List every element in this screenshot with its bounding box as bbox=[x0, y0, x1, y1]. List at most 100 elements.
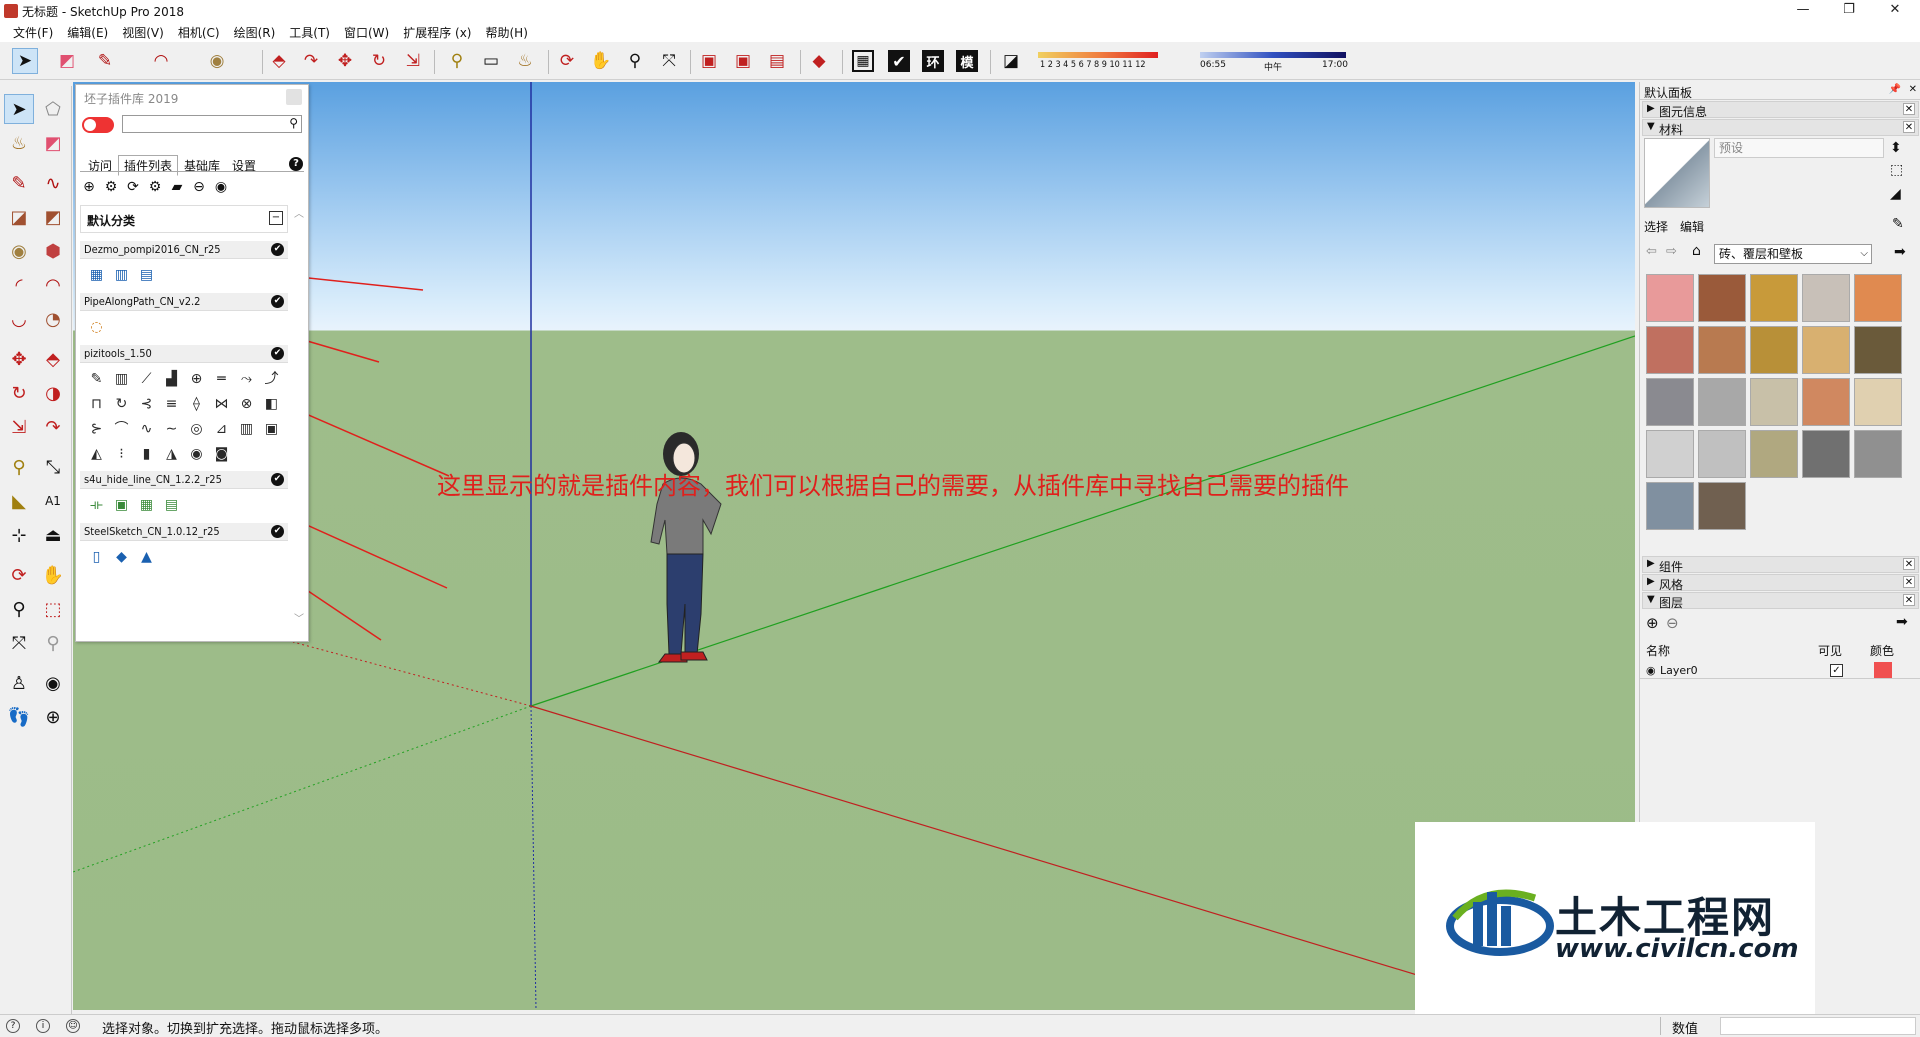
material-swatch[interactable] bbox=[1750, 326, 1798, 374]
circle-icon[interactable]: ◉ bbox=[4, 236, 34, 266]
plugin-tool-icon[interactable]: ▥ bbox=[109, 263, 134, 288]
plugin-tool-icon[interactable]: ⟋ bbox=[134, 367, 159, 392]
plugin-tool-icon[interactable]: ∿ bbox=[134, 417, 159, 442]
checkmark-icon[interactable]: ✔ bbox=[271, 525, 284, 538]
plugin-group-header[interactable]: PipeAlongPath_CN_v2.2 ✔ bbox=[80, 293, 288, 311]
material-swatch[interactable] bbox=[1750, 274, 1798, 322]
section-styles[interactable]: ▶ 风格 ✕ bbox=[1642, 574, 1919, 592]
plugin-tool-icon[interactable]: ⊕ bbox=[184, 367, 209, 392]
section-layers[interactable]: ▼ 图层 ✕ bbox=[1642, 592, 1919, 610]
material-swatch[interactable] bbox=[1802, 378, 1850, 426]
material-swatch[interactable] bbox=[1750, 378, 1798, 426]
menu-help[interactable]: 帮助(H) bbox=[478, 22, 534, 42]
layer-details-icon[interactable]: ➡ bbox=[1896, 614, 1908, 630]
add-layer-icon[interactable]: ⊕ bbox=[1646, 614, 1659, 632]
gear-icon[interactable]: ⚙ bbox=[102, 178, 120, 196]
georeference-icon[interactable]: ? bbox=[6, 1019, 20, 1033]
plugin-tool-icon[interactable]: ✎ bbox=[84, 367, 109, 392]
plugin-tool-icon[interactable]: ◌ bbox=[84, 315, 109, 340]
tab-plugin-list[interactable]: 插件列表 bbox=[118, 155, 179, 176]
plugin-tool-icon[interactable]: ◭ bbox=[84, 442, 109, 467]
plugin-tool-icon[interactable]: ∼ bbox=[159, 417, 184, 442]
menu-extensions[interactable]: 扩展程序 (x) bbox=[396, 22, 478, 42]
select-icon[interactable]: ➤ bbox=[4, 94, 34, 124]
maximize-button[interactable]: ❐ bbox=[1826, 0, 1872, 22]
orbit-icon[interactable]: ⟳ bbox=[554, 48, 580, 74]
category-header[interactable]: 默认分类 − bbox=[80, 205, 288, 233]
model-button[interactable]: 模 bbox=[956, 50, 978, 72]
section-close-icon[interactable]: ✕ bbox=[1903, 121, 1915, 133]
close-button[interactable]: ✕ bbox=[1872, 0, 1918, 22]
plugin-group-header[interactable]: Dezmo_pompi2016_CN_r25 ✔ bbox=[80, 241, 288, 259]
checkmark-icon[interactable]: ✔ bbox=[271, 347, 284, 360]
material-swatch[interactable] bbox=[1646, 326, 1694, 374]
plugin-tool-icon[interactable]: ↻ bbox=[109, 392, 134, 417]
offset-tool-icon[interactable]: ↷ bbox=[38, 412, 68, 442]
remove-layer-icon[interactable]: ⊖ bbox=[1666, 614, 1679, 632]
protractor-icon[interactable]: ◣ bbox=[4, 486, 34, 516]
plugin-tool-icon[interactable]: ▣ bbox=[259, 417, 284, 442]
time-slider[interactable] bbox=[1200, 52, 1346, 58]
rotated-rectangle-icon[interactable]: ◩ bbox=[38, 202, 68, 232]
plugin-tool-icon[interactable]: ⁝ bbox=[109, 442, 134, 467]
material-swatch[interactable] bbox=[1854, 274, 1902, 322]
rotate-icon[interactable]: ↻ bbox=[366, 48, 392, 74]
plugin-toggle-switch[interactable] bbox=[82, 117, 114, 133]
menu-tools[interactable]: 工具(T) bbox=[282, 22, 337, 42]
details-arrow-icon[interactable]: ➡ bbox=[1894, 244, 1906, 260]
plugin-tool-icon[interactable]: ▤ bbox=[134, 263, 159, 288]
plugin-tool-icon[interactable]: ═ bbox=[209, 367, 234, 392]
plugin-tool-icon[interactable]: ⟛ bbox=[84, 493, 109, 518]
components-icon[interactable]: ▣ bbox=[730, 48, 756, 74]
shadow-toggle-icon[interactable]: ◪ bbox=[998, 48, 1024, 74]
eraser-icon[interactable]: ◩ bbox=[38, 128, 68, 158]
ring-button[interactable]: 环 bbox=[922, 50, 944, 72]
material-collection-select[interactable]: 砖、覆层和壁板 ⌵ bbox=[1714, 244, 1872, 264]
plugin-tool-icon[interactable]: ⊗ bbox=[234, 392, 259, 417]
dimension-icon[interactable]: ⤡ bbox=[38, 452, 68, 482]
eraser-tool-icon[interactable]: ◩ bbox=[54, 48, 80, 74]
menu-view[interactable]: 视图(V) bbox=[115, 22, 171, 42]
material-swatch[interactable] bbox=[1854, 430, 1902, 478]
menu-file[interactable]: 文件(F) bbox=[6, 22, 60, 42]
plugin-tool-icon[interactable]: ◆ bbox=[109, 545, 134, 570]
material-swatch[interactable] bbox=[1802, 326, 1850, 374]
menu-camera[interactable]: 相机(C) bbox=[171, 22, 227, 42]
plugin-tool-icon[interactable]: ⊰ bbox=[134, 392, 159, 417]
plugin-scrollbar[interactable]: ︿ ﹀ bbox=[292, 205, 306, 635]
plugin-tool-icon[interactable]: ⤴ bbox=[259, 367, 284, 392]
material-swatch[interactable] bbox=[1854, 326, 1902, 374]
plugin-tool-icon[interactable]: ▲ bbox=[134, 545, 159, 570]
position-camera-icon[interactable]: ♙ bbox=[4, 668, 34, 698]
look-around-icon[interactable]: ◉ bbox=[38, 668, 68, 698]
section-close-icon[interactable]: ✕ bbox=[1903, 576, 1915, 588]
plugin-tool-icon[interactable]: ≡ bbox=[159, 392, 184, 417]
plugin-tool-icon[interactable]: ◉ bbox=[184, 442, 209, 467]
arc-icon[interactable]: ◜ bbox=[4, 270, 34, 300]
zoom-tool-icon[interactable]: ⚲ bbox=[4, 594, 34, 624]
checkmark-icon[interactable]: ✔ bbox=[271, 295, 284, 308]
plugin-panel-close-button[interactable] bbox=[286, 89, 302, 105]
plugin-tool-icon[interactable]: ◙ bbox=[209, 442, 234, 467]
material-swatch[interactable] bbox=[1698, 274, 1746, 322]
plugin-tool-icon[interactable]: ⤳ bbox=[234, 367, 259, 392]
component-icon[interactable]: ⬠ bbox=[38, 94, 68, 124]
orbit-tool-icon[interactable]: ⟳ bbox=[4, 560, 34, 590]
menu-draw[interactable]: 绘图(R) bbox=[227, 22, 283, 42]
month-slider[interactable] bbox=[1038, 52, 1158, 58]
plugin-tool-icon[interactable]: ⊱ bbox=[84, 417, 109, 442]
plugin-group-header[interactable]: s4u_hide_line_CN_1.2.2_r25 ✔ bbox=[80, 471, 288, 489]
freehand-icon[interactable]: ∿ bbox=[38, 168, 68, 198]
plugin-tool-icon[interactable]: ◧ bbox=[259, 392, 284, 417]
text-tool-icon[interactable]: ▭ bbox=[478, 48, 504, 74]
scroll-up-icon[interactable]: ︿ bbox=[292, 205, 306, 220]
previous-view-icon[interactable]: ⚲ bbox=[38, 628, 68, 658]
two-point-arc-icon[interactable]: ◠ bbox=[38, 270, 68, 300]
help-icon[interactable]: ? bbox=[289, 157, 303, 171]
plugin-tool-icon[interactable]: ⊓ bbox=[84, 392, 109, 417]
line-icon[interactable]: ✎ bbox=[4, 168, 34, 198]
section-plane-icon[interactable]: ⏏ bbox=[38, 520, 68, 550]
material-swatch[interactable] bbox=[1646, 430, 1694, 478]
ruby-icon[interactable]: ◆ bbox=[806, 48, 832, 74]
plugin-tool-icon[interactable]: ▦ bbox=[84, 263, 109, 288]
